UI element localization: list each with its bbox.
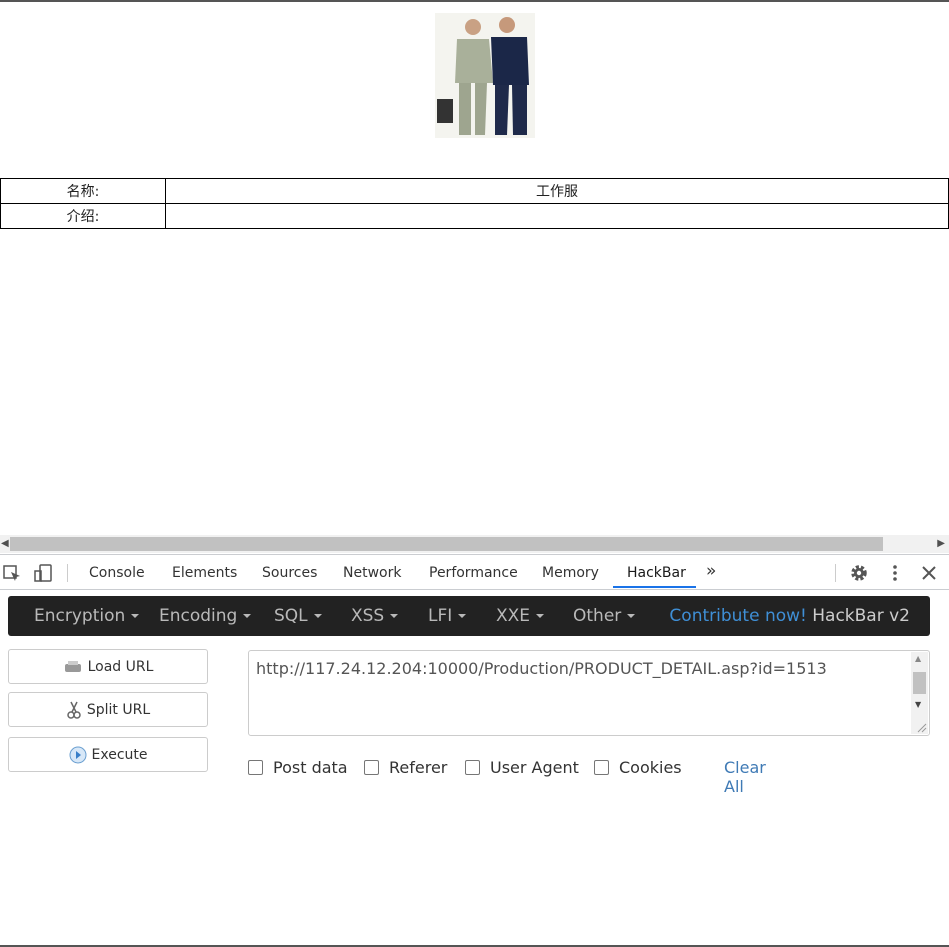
execute-label: Execute bbox=[91, 746, 148, 763]
caret-down-icon bbox=[536, 614, 545, 618]
devtools-panel: Console Elements Sources Network Perform… bbox=[0, 554, 949, 947]
cookies-checkbox[interactable]: Cookies bbox=[594, 758, 682, 777]
menu-other[interactable]: Other bbox=[573, 606, 636, 626]
post-data-checkbox[interactable]: Post data bbox=[248, 758, 348, 777]
user-agent-label: User Agent bbox=[490, 758, 579, 777]
name-label: 名称: bbox=[0, 178, 166, 204]
intro-value bbox=[165, 203, 949, 229]
contribute-area: Contribute now! HackBar v2 bbox=[669, 606, 910, 626]
url-text: http://117.24.12.204:10000/Production/PR… bbox=[256, 659, 827, 678]
load-url-icon bbox=[64, 660, 81, 672]
menu-sql[interactable]: SQL bbox=[274, 606, 322, 626]
caret-down-icon bbox=[627, 614, 636, 618]
menu-encryption[interactable]: Encryption bbox=[34, 606, 140, 626]
divider bbox=[67, 564, 68, 582]
load-url-button[interactable]: Load URL bbox=[8, 649, 208, 684]
more-tabs-icon[interactable]: » bbox=[706, 561, 716, 581]
inspect-element-icon[interactable] bbox=[2, 563, 22, 583]
tab-hackbar[interactable]: HackBar bbox=[627, 565, 686, 581]
tab-console[interactable]: Console bbox=[89, 565, 145, 581]
hackbar-brand: HackBar v2 bbox=[812, 606, 910, 626]
execute-button[interactable]: Execute bbox=[8, 737, 208, 772]
name-value: 工作服 bbox=[165, 178, 949, 204]
product-image bbox=[435, 13, 535, 138]
menu-lfi[interactable]: LFI bbox=[428, 606, 467, 626]
product-info-table: 名称: 工作服 介绍: bbox=[0, 178, 949, 229]
scroll-up-arrow-icon[interactable]: ▲ bbox=[915, 654, 921, 663]
menu-xxe[interactable]: XXE bbox=[496, 606, 545, 626]
device-toolbar-icon[interactable] bbox=[33, 563, 53, 583]
scissors-icon bbox=[67, 701, 81, 719]
checkbox[interactable] bbox=[248, 760, 263, 775]
post-data-label: Post data bbox=[273, 758, 348, 777]
tab-performance[interactable]: Performance bbox=[429, 565, 518, 581]
gear-icon[interactable] bbox=[849, 563, 869, 583]
table-row: 介绍: bbox=[0, 203, 949, 229]
caret-down-icon bbox=[243, 614, 252, 618]
load-url-label: Load URL bbox=[87, 658, 154, 675]
user-agent-checkbox[interactable]: User Agent bbox=[465, 758, 579, 777]
referer-checkbox[interactable]: Referer bbox=[364, 758, 447, 777]
top-border bbox=[0, 0, 949, 2]
table-row: 名称: 工作服 bbox=[0, 178, 949, 204]
devtools-tabbar: Console Elements Sources Network Perform… bbox=[0, 555, 949, 590]
split-url-button[interactable]: Split URL bbox=[8, 692, 208, 727]
caret-down-icon bbox=[131, 614, 140, 618]
contribute-link[interactable]: Contribute now! bbox=[669, 606, 806, 626]
divider bbox=[835, 564, 836, 582]
horizontal-scrollbar[interactable]: ◀ ▶ bbox=[0, 535, 949, 553]
tab-sources[interactable]: Sources bbox=[262, 565, 317, 581]
hackbar-menu: Encryption Encoding SQL XSS LFI XXE Othe… bbox=[8, 596, 930, 636]
scroll-down-arrow-icon[interactable]: ▼ bbox=[915, 700, 921, 709]
cookies-label: Cookies bbox=[619, 758, 682, 777]
play-icon bbox=[69, 746, 86, 763]
intro-label: 介绍: bbox=[0, 203, 166, 229]
menu-encoding[interactable]: Encoding bbox=[159, 606, 252, 626]
url-textarea[interactable]: http://117.24.12.204:10000/Production/PR… bbox=[248, 650, 930, 736]
referer-label: Referer bbox=[389, 758, 448, 777]
caret-down-icon bbox=[458, 614, 467, 618]
active-tab-indicator bbox=[613, 586, 696, 588]
scroll-right-arrow-icon[interactable]: ▶ bbox=[937, 538, 945, 549]
checkbox[interactable] bbox=[465, 760, 480, 775]
textarea-scrollbar-thumb[interactable] bbox=[913, 672, 926, 694]
resize-handle-icon[interactable] bbox=[915, 721, 927, 733]
caret-down-icon bbox=[390, 614, 399, 618]
clear-all-link[interactable]: Clear All bbox=[724, 758, 766, 796]
tab-memory[interactable]: Memory bbox=[542, 565, 599, 581]
tab-network[interactable]: Network bbox=[343, 565, 401, 581]
checkbox[interactable] bbox=[594, 760, 609, 775]
checkbox[interactable] bbox=[364, 760, 379, 775]
caret-down-icon bbox=[313, 614, 322, 618]
scroll-left-arrow-icon[interactable]: ◀ bbox=[1, 538, 9, 549]
kebab-menu-icon[interactable] bbox=[885, 563, 905, 583]
tab-elements[interactable]: Elements bbox=[172, 565, 237, 581]
scrollbar-thumb[interactable] bbox=[10, 537, 883, 551]
close-icon[interactable] bbox=[919, 563, 939, 583]
menu-xss[interactable]: XSS bbox=[351, 606, 399, 626]
split-url-label: Split URL bbox=[86, 701, 151, 718]
